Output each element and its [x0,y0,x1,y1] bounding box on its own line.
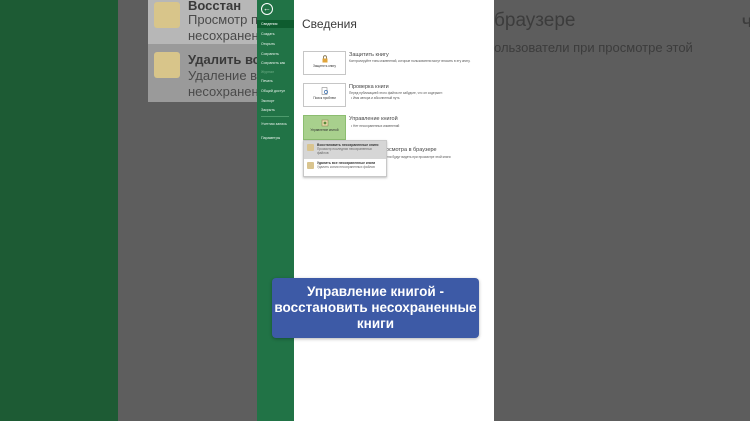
zoomed-browser-desc: ользователи при просмотре этой [494,40,693,55]
inspect-tile-label: Поиск проблем [313,96,336,100]
delete-unsaved-sub: Удалить копии несохраненных файлов [317,165,375,169]
nav-item-open[interactable]: Открыть [257,40,294,48]
inspect-document-icon [321,87,328,95]
backstage-nav: ← Сведения Создать Открыть Сохранить Сох… [257,0,294,421]
info-pane: Сведения Защитить книгу Защитить книгу К… [294,0,494,421]
zoomed-delete-sub-a: Удаление все [188,68,258,83]
nav-item-new[interactable]: Создать [257,30,294,38]
zoomed-delete-title: Удалить все [188,52,258,67]
nav-item-print[interactable]: Печать [257,77,294,85]
manage-title: Управление книгой [349,116,398,122]
caption-line-1: Управление книгой - [307,284,444,299]
manage-workbook-icon [321,119,329,127]
nav-item-share[interactable]: Общий доступ [257,87,294,95]
nav-divider [261,116,289,117]
inspect-bullet-text: Имя автора и абсолютный путь [353,96,400,100]
lock-icon [322,55,328,63]
nav-item-save[interactable]: Сохранить [257,50,294,58]
caption-banner: Управление книгой - восстановить несохра… [272,278,479,338]
left-background-strip [0,0,118,421]
manage-tile-label: Управление книгой [310,128,339,132]
back-button[interactable]: ← [261,3,273,15]
recover-file-icon [307,144,314,151]
zoomed-recover-sub-b: несохранен [188,28,258,43]
nav-item-info[interactable]: Сведения [257,20,294,28]
zoomed-edge-letter: Ч [742,14,750,30]
manage-bullet-text: Нет несохраненных изменений [353,124,400,128]
manage-workbook-dropdown: Восстановить несохраненные книги Просмот… [303,140,387,177]
zoomed-browser-text: браузере ользователи при просмотре этой [494,10,693,55]
arrow-left-icon: ← [263,4,271,13]
protect-tile-label: Защитить книгу [312,64,337,68]
inspect-desc: Перед публикацией этого файла не забудьт… [349,91,443,95]
caption-line-2: восстановить несохраненные [274,300,477,315]
protect-desc: Контролируйте типы изменений, которые по… [349,59,471,63]
protect-title: Защитить книгу [349,52,389,58]
nav-item-export[interactable]: Экспорт [257,97,294,105]
caption-line-3: книги [356,316,395,331]
nav-item-history: Журнал [261,70,275,74]
recover-unsaved-sub: Просмотр последних несохраненных файлов [317,147,372,155]
page-title: Сведения [302,17,357,31]
zoomed-recover-sub-a: Просмотр пос [188,12,258,27]
zoomed-delete-sub-b: несохраненны [188,84,258,99]
recover-file-icon [154,2,180,28]
nav-item-close[interactable]: Закрыть [257,106,294,114]
blurred-background-right [494,0,750,421]
zoomed-dropdown-background: Восстан Просмотр пос несохранен Удалить … [148,0,258,102]
nav-item-account[interactable]: Учетная запись [257,120,294,128]
inspect-bullet: • Имя автора и абсолютный путь [351,96,400,100]
manage-bullet: • Нет несохраненных изменений [351,124,400,128]
video-frame: Восстан Просмотр пос несохранен Удалить … [0,0,750,421]
zoomed-delete-item: Удалить все Удаление все несохраненны [148,46,258,102]
delete-unsaved-item[interactable]: Удалить все несохраненные книги Удалить … [304,159,386,177]
zoomed-recover-item: Восстан Просмотр пос несохранен [148,0,258,44]
delete-file-icon [154,52,180,78]
zoomed-browser-title: браузере [494,10,576,31]
delete-file-icon [307,162,314,169]
nav-item-save-as[interactable]: Сохранить как [257,59,294,67]
recover-unsaved-item[interactable]: Восстановить несохраненные книги Просмот… [304,141,386,159]
inspect-title: Проверка книги [349,84,389,90]
check-for-issues-button[interactable]: Поиск проблем [303,83,346,107]
manage-workbook-button[interactable]: Управление книгой [303,115,346,140]
nav-item-options[interactable]: Параметры [257,134,294,142]
protect-workbook-button[interactable]: Защитить книгу [303,51,346,75]
